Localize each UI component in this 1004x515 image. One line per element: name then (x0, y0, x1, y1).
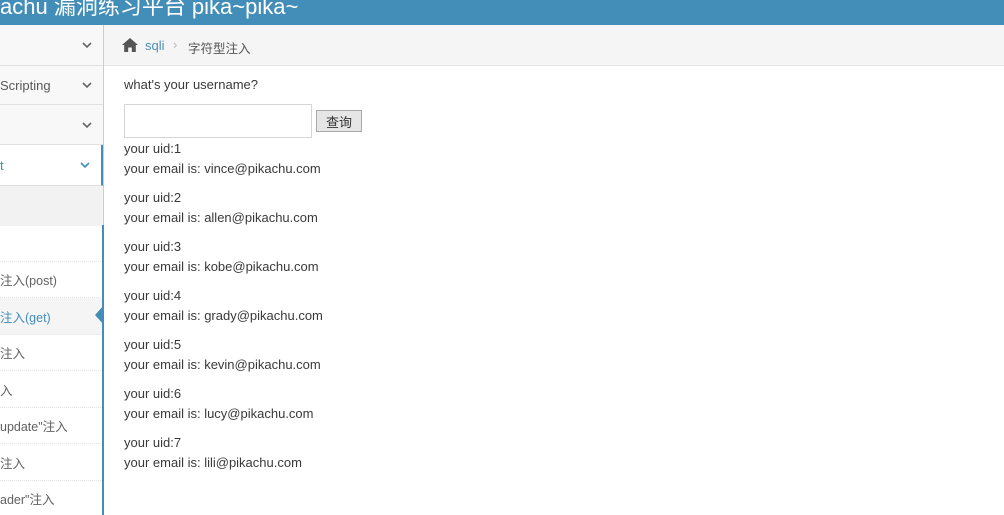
sidebar-menu-xss[interactable]: Scripting (0, 66, 103, 105)
sidebar-subitem-label: 注入(get) (0, 310, 51, 325)
sidebar-menu-3[interactable] (0, 105, 103, 145)
sidebar: Scripting t 注入(post) 注入(get) 注入 入 update… (0, 25, 104, 515)
sidebar-menu-1[interactable] (0, 25, 103, 66)
result-uid: your uid:2 (124, 190, 182, 205)
result-email: your email is: kobe@pikachu.com (124, 259, 319, 274)
list-item: your uid:6 your email is: lucy@pikachu.c… (124, 384, 313, 424)
result-email: your email is: vince@pikachu.com (124, 161, 321, 176)
list-item: your uid:4 your email is: grady@pikachu.… (124, 286, 323, 326)
result-uid: your uid:5 (124, 337, 182, 352)
app-title: achu 漏洞练习平台 pika~pika~ (0, 0, 299, 19)
list-item: your uid:5 your email is: kevin@pikachu.… (124, 335, 321, 375)
sidebar-subitem[interactable] (0, 226, 103, 262)
query-button[interactable]: 查询 (316, 110, 362, 132)
result-email: your email is: lili@pikachu.com (124, 455, 302, 470)
sidebar-subitem-search[interactable]: 入 (0, 371, 103, 408)
result-email: your email is: grady@pikachu.com (124, 308, 323, 323)
sidebar-menu-label: Scripting (0, 77, 51, 93)
sidebar-subitem-get[interactable]: 注入(get) (0, 298, 103, 335)
sidebar-subitem-delete[interactable]: 注入 (0, 444, 103, 481)
username-input[interactable] (124, 104, 312, 138)
result-uid: your uid:4 (124, 288, 182, 303)
breadcrumb: sqli › 字符型注入 (104, 25, 1004, 66)
result-email: your email is: kevin@pikachu.com (124, 357, 321, 372)
list-item: your uid:7 your email is: lili@pikachu.c… (124, 433, 302, 473)
list-item: your uid:2 your email is: allen@pikachu.… (124, 188, 318, 228)
result-email: your email is: lucy@pikachu.com (124, 406, 314, 421)
chevron-down-icon (82, 121, 92, 128)
home-icon[interactable] (121, 37, 139, 53)
sidebar-subitem-label: ader"注入 (0, 493, 55, 507)
sidebar-subitem-label: 注入(post) (0, 274, 57, 288)
active-item-caret (95, 305, 104, 325)
list-item: your uid:1 your email is: vince@pikachu.… (124, 139, 321, 179)
breadcrumb-link-sqli[interactable]: sqli (145, 38, 165, 53)
sidebar-subitem-char[interactable]: 注入 (0, 335, 103, 371)
chevron-down-icon (82, 82, 92, 89)
chevron-down-icon (82, 42, 92, 49)
breadcrumb-current: 字符型注入 (188, 42, 251, 56)
sidebar-subitem-post[interactable]: 注入(post) (0, 262, 103, 298)
result-uid: your uid:6 (124, 386, 182, 401)
sidebar-subitem-label: 入 (0, 383, 13, 398)
result-uid: your uid:1 (124, 141, 182, 156)
result-uid: your uid:7 (124, 435, 182, 450)
sidebar-subitem-label: update"注入 (0, 420, 68, 434)
form-question: what's your username? (124, 77, 258, 92)
chevron-down-icon (80, 162, 90, 169)
sidebar-subitem-update[interactable]: update"注入 (0, 408, 103, 444)
top-navbar: achu 漏洞练习平台 pika~pika~ (0, 0, 1004, 25)
active-menu-border (102, 225, 104, 515)
sidebar-menu-sqli[interactable]: t (0, 145, 103, 186)
result-uid: your uid:3 (124, 239, 182, 254)
sidebar-subitem-label: 注入 (0, 456, 26, 471)
breadcrumb-separator: › (173, 37, 178, 52)
result-email: your email is: allen@pikachu.com (124, 210, 318, 225)
sidebar-menu-label: t (0, 157, 4, 173)
sidebar-subitem-header[interactable]: ader"注入 (0, 481, 103, 515)
sidebar-subitem-label: 注入 (0, 347, 26, 361)
list-item: your uid:3 your email is: kobe@pikachu.c… (124, 237, 319, 277)
